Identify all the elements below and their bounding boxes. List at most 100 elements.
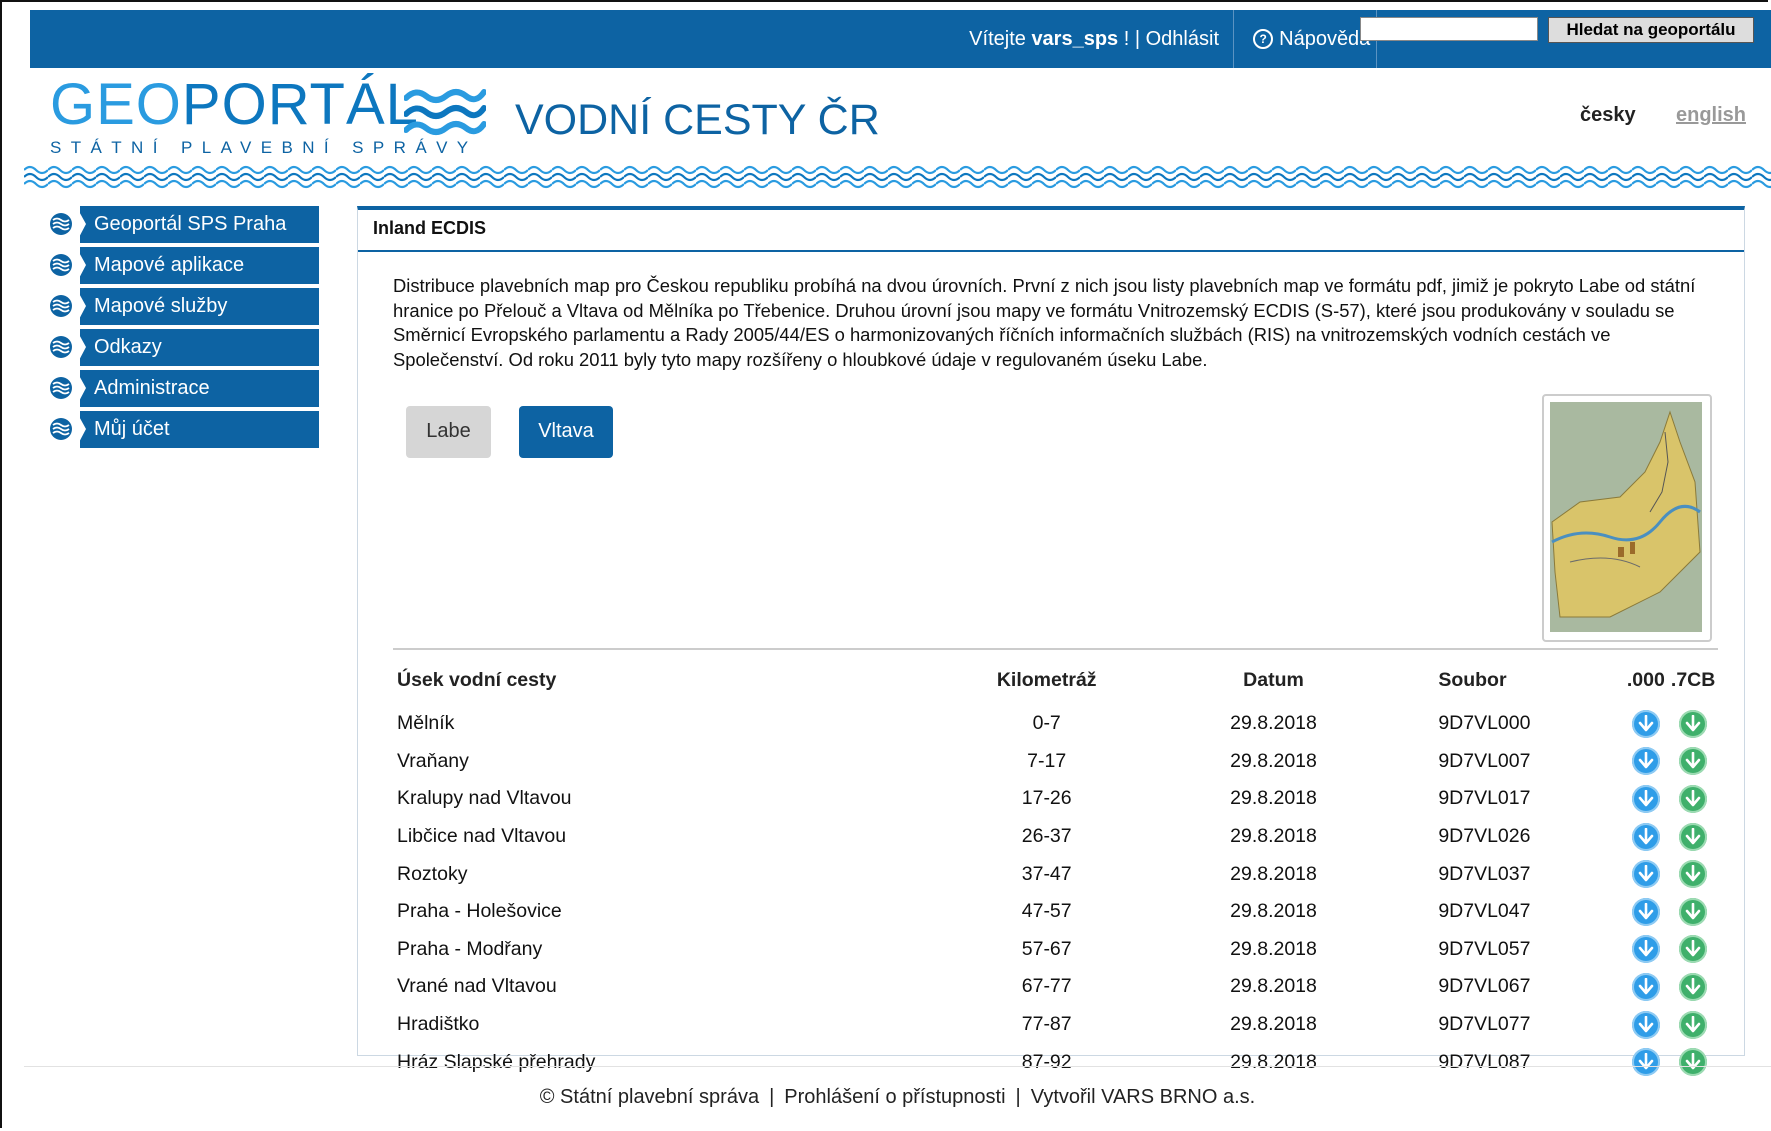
cell-file: 9D7VL026	[1438, 825, 1531, 848]
waves-icon	[46, 411, 80, 448]
site-title: VODNÍ CESTY ČR	[515, 96, 880, 144]
cell-section: Mělník	[397, 712, 455, 735]
cell-section: Kralupy nad Vltavou	[397, 787, 572, 810]
cell-file: 9D7VL067	[1438, 975, 1531, 998]
download-7cb-icon[interactable]	[1679, 709, 1708, 738]
cell-km: 37-47	[1021, 862, 1072, 885]
col-header-km: Kilometráž	[954, 648, 1139, 705]
tab-vltava[interactable]: Vltava	[519, 406, 613, 458]
cell-section: Praha - Holešovice	[397, 900, 562, 923]
sidebar-item-mapove-sluzby[interactable]: Mapové služby	[46, 288, 319, 325]
download-000-icon[interactable]	[1631, 935, 1660, 964]
sidebar-item-label: Mapové služby	[94, 295, 228, 317]
sidebar-item-odkazy[interactable]: Odkazy	[46, 329, 319, 366]
table-row: Hradištko 77-87 29.8.2018 9D7VL077	[393, 1006, 1718, 1044]
intro-text: Distribuce plavebních map pro Českou rep…	[393, 275, 1696, 370]
map-thumbnail[interactable]	[1542, 394, 1712, 642]
download-7cb-icon[interactable]	[1679, 1010, 1708, 1039]
col-header-ext-7cb: .7CB	[1668, 648, 1718, 705]
download-7cb-icon[interactable]	[1679, 822, 1708, 851]
download-000-icon[interactable]	[1631, 1010, 1660, 1039]
footer-accessibility-link[interactable]: Prohlášení o přístupnosti	[784, 1086, 1005, 1108]
sidebar-item-muj-ucet[interactable]: Můj účet	[46, 411, 319, 448]
sidebar-item-label: Geoportál SPS Praha	[94, 213, 287, 235]
cell-section: Hradištko	[397, 1013, 480, 1036]
footer-author[interactable]: Vytvořil VARS BRNO a.s.	[1031, 1086, 1256, 1108]
download-000-icon[interactable]	[1631, 784, 1660, 813]
cell-file: 9D7VL077	[1438, 1013, 1531, 1036]
logo-waves-icon	[404, 89, 486, 135]
table-row: Mělník 0-7 29.8.2018 9D7VL000	[393, 705, 1718, 743]
waves-icon	[46, 206, 80, 243]
cell-km: 26-37	[1021, 825, 1072, 848]
cell-date: 29.8.2018	[1230, 975, 1317, 998]
waves-icon	[46, 329, 80, 366]
col-header-date: Datum	[1138, 648, 1409, 705]
waves-icon	[46, 370, 80, 407]
sidebar-item-label: Mapové aplikace	[94, 254, 245, 276]
cell-file: 9D7VL057	[1438, 937, 1531, 960]
cell-section: Roztoky	[397, 862, 468, 885]
cell-date: 29.8.2018	[1230, 862, 1317, 885]
footer-copyright: © Státní plavební správa	[539, 1086, 760, 1108]
tab-labe[interactable]: Labe	[406, 406, 491, 458]
download-7cb-icon[interactable]	[1679, 747, 1708, 776]
search-button[interactable]: Hledat na geoportálu	[1548, 17, 1754, 43]
table-row: Roztoky 37-47 29.8.2018 9D7VL037	[393, 855, 1718, 893]
cell-date: 29.8.2018	[1230, 749, 1317, 772]
table-row: Vraňany 7-17 29.8.2018 9D7VL007	[393, 743, 1718, 781]
charts-table: Úsek vodní cesty Kilometráž Datum Soubor…	[393, 648, 1718, 1081]
download-000-icon[interactable]	[1631, 709, 1660, 738]
col-header-file: Soubor	[1408, 648, 1624, 705]
download-7cb-icon[interactable]	[1679, 897, 1708, 926]
download-000-icon[interactable]	[1631, 747, 1660, 776]
welcome-area: Vítejte vars_sps ! | Odhlásit	[940, 10, 1234, 68]
cell-km: 0-7	[1032, 712, 1061, 735]
sidebar-nav: Geoportál SPS Praha Mapové aplikace Mapo…	[46, 206, 319, 452]
logout-link[interactable]: Odhlásit	[1146, 28, 1219, 50]
footer: © Státní plavební správa | Prohlášení o př…	[24, 1066, 1771, 1127]
welcome-prefix: Vítejte	[969, 28, 1026, 50]
download-000-icon[interactable]	[1631, 822, 1660, 851]
table-row: Libčice nad Vltavou 26-37 29.8.2018 9D7V…	[393, 818, 1718, 856]
sidebar-item-geoportal[interactable]: Geoportál SPS Praha	[46, 206, 319, 243]
waves-icon	[46, 288, 80, 325]
cell-section: Vraňany	[397, 749, 469, 772]
language-english[interactable]: english	[1676, 104, 1746, 127]
download-7cb-icon[interactable]	[1679, 860, 1708, 889]
table-row: Praha - Holešovice 47-57 29.8.2018 9D7VL…	[393, 893, 1718, 931]
sidebar-item-mapove-aplikace[interactable]: Mapové aplikace	[46, 247, 319, 284]
download-000-icon[interactable]	[1631, 897, 1660, 926]
cell-km: 17-26	[1021, 787, 1072, 810]
cell-file: 9D7VL017	[1438, 787, 1531, 810]
download-000-icon[interactable]	[1631, 860, 1660, 889]
cell-km: 77-87	[1021, 1013, 1072, 1036]
cell-section: Vrané nad Vltavou	[397, 975, 557, 998]
help-icon: ?	[1253, 29, 1274, 49]
help-link[interactable]: ? Nápověda	[1242, 10, 1377, 68]
search-input[interactable]	[1360, 17, 1538, 41]
sidebar-item-label: Odkazy	[94, 336, 162, 358]
col-header-ext-000: .000	[1623, 648, 1669, 705]
download-7cb-icon[interactable]	[1679, 972, 1708, 1001]
col-header-section: Úsek vodní cesty	[393, 648, 955, 705]
waves-icon	[46, 247, 80, 284]
cell-date: 29.8.2018	[1230, 937, 1317, 960]
content-panel: Inland ECDIS Distribuce plavebních map p…	[357, 206, 1745, 1077]
username: vars_sps	[1031, 28, 1119, 50]
wave-divider	[24, 163, 1771, 189]
cell-date: 29.8.2018	[1230, 825, 1317, 848]
language-czech[interactable]: česky	[1580, 104, 1636, 127]
cell-date: 29.8.2018	[1230, 787, 1317, 810]
download-7cb-icon[interactable]	[1679, 784, 1708, 813]
table-row: Vrané nad Vltavou 67-77 29.8.2018 9D7VL0…	[393, 968, 1718, 1006]
download-000-icon[interactable]	[1631, 972, 1660, 1001]
cell-km: 7-17	[1027, 749, 1067, 772]
download-7cb-icon[interactable]	[1679, 935, 1708, 964]
sidebar-item-label: Administrace	[94, 377, 210, 399]
sidebar-item-administrace[interactable]: Administrace	[46, 370, 319, 407]
cell-section: Libčice nad Vltavou	[397, 825, 567, 848]
cell-date: 29.8.2018	[1230, 712, 1317, 735]
help-label: Nápověda	[1279, 28, 1371, 50]
panel-title: Inland ECDIS	[358, 210, 1744, 252]
